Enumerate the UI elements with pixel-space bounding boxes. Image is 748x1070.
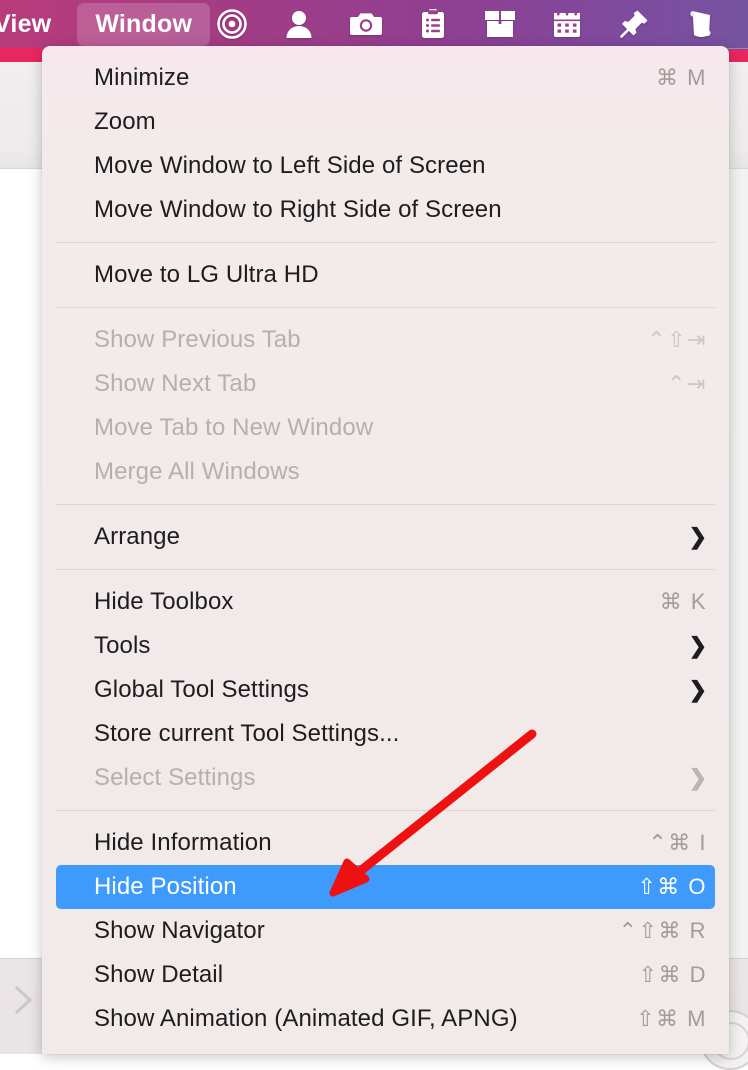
chevron-right-icon[interactable] xyxy=(8,978,38,1022)
menu-item-shortcut: ⇧⌘ M xyxy=(636,1006,707,1031)
menu-item-hide-position[interactable]: Hide Position ⇧⌘ O xyxy=(56,865,715,909)
menu-item-shortcut: ⇧⌘ D xyxy=(638,962,707,987)
camera-icon[interactable] xyxy=(344,0,388,48)
menu-item-shortcut: ⌃⌘ I xyxy=(648,830,707,855)
menu-item-move-window-to-right-side-of-screen[interactable]: Move Window to Right Side of Screen xyxy=(42,188,729,232)
menu-item-global-tool-settings[interactable]: Global Tool Settings ❯ xyxy=(42,668,729,712)
pushpin-icon[interactable] xyxy=(612,0,656,48)
menu-item-label: Show Detail xyxy=(94,961,224,988)
clipboard-icon[interactable] xyxy=(411,0,455,48)
menu-item-move-window-to-left-side-of-screen[interactable]: Move Window to Left Side of Screen xyxy=(42,144,729,188)
menu-separator xyxy=(56,810,715,811)
contact-person-icon[interactable] xyxy=(277,0,321,48)
menu-item-merge-all-windows: Merge All Windows xyxy=(42,450,729,494)
menu-item-move-tab-to-new-window: Move Tab to New Window xyxy=(42,406,729,450)
menu-item-arrange[interactable]: Arrange ❯ xyxy=(42,515,729,559)
menu-item-label: Hide Information xyxy=(94,829,272,856)
menu-item-label: Show Navigator xyxy=(94,917,265,944)
menu-item-shortcut: ⌘ M xyxy=(656,65,707,90)
menu-item-label: Global Tool Settings xyxy=(94,676,310,703)
menu-item-shortcut: ⌘ K xyxy=(659,589,707,614)
submenu-chevron-icon: ❯ xyxy=(688,765,707,790)
menu-item-label: Show Animation (Animated GIF, APNG) xyxy=(94,1005,518,1032)
window-menu-dropdown: Minimize ⌘ M Zoom Move Window to Left Side … xyxy=(42,46,729,1054)
menu-item-label: Move Window to Left Side of Screen xyxy=(94,152,486,179)
menu-item-store-current-tool-settings[interactable]: Store current Tool Settings... xyxy=(42,712,729,756)
menu-item-label: Tools xyxy=(94,632,151,659)
menu-item-shortcut: ⌃⇧⇥ xyxy=(647,327,707,352)
menu-item-label: Move Tab to New Window xyxy=(94,414,374,441)
menu-item-show-detail[interactable]: Show Detail ⇧⌘ D xyxy=(42,953,729,997)
menu-separator xyxy=(56,569,715,570)
menu-item-label: Store current Tool Settings... xyxy=(94,720,400,747)
menu-item-show-previous-tab: Show Previous Tab ⌃⇧⇥ xyxy=(42,318,729,362)
calendar-icon[interactable] xyxy=(545,0,589,48)
menu-item-label: Hide Toolbox xyxy=(94,588,234,615)
menu-item-label: Hide Position xyxy=(94,873,237,900)
target-icon[interactable] xyxy=(210,0,254,48)
menu-item-minimize[interactable]: Minimize ⌘ M xyxy=(42,56,729,100)
menu-item-label: Arrange xyxy=(94,523,181,550)
menu-item-show-animation-animated-gif-apng[interactable]: Show Animation (Animated GIF, APNG) ⇧⌘ M xyxy=(42,997,729,1041)
menu-item-move-to-lg-ultra-hd[interactable]: Move to LG Ultra HD xyxy=(42,253,729,297)
menu-separator xyxy=(56,504,715,505)
menu-item-shortcut: ⇧⌘ O xyxy=(637,874,707,899)
menu-item-shortcut: ⌃⇥ xyxy=(667,371,707,396)
menubar: View Window xyxy=(0,0,748,48)
menu-separator xyxy=(56,242,715,243)
menu-item-show-next-tab: Show Next Tab ⌃⇥ xyxy=(42,362,729,406)
menu-separator xyxy=(56,307,715,308)
submenu-chevron-icon: ❯ xyxy=(688,633,707,658)
menu-item-label: Select Settings xyxy=(94,764,256,791)
menu-item-label: Move to LG Ultra HD xyxy=(94,261,319,288)
menu-item-label: Move Window to Right Side of Screen xyxy=(94,196,502,223)
menubar-item-view[interactable]: View xyxy=(0,6,63,43)
menu-item-label: Show Previous Tab xyxy=(94,326,301,353)
menu-item-shortcut: ⌃⇧⌘ R xyxy=(618,918,707,943)
menu-item-zoom[interactable]: Zoom xyxy=(42,100,729,144)
menu-item-label: Show Next Tab xyxy=(94,370,257,397)
menu-item-tools[interactable]: Tools ❯ xyxy=(42,624,729,668)
menu-item-label: Merge All Windows xyxy=(94,458,300,485)
note-scroll-icon[interactable] xyxy=(679,0,723,48)
menu-item-show-navigator[interactable]: Show Navigator ⌃⇧⌘ R xyxy=(42,909,729,953)
submenu-chevron-icon: ❯ xyxy=(688,524,707,549)
box-package-icon[interactable] xyxy=(478,0,522,48)
submenu-chevron-icon: ❯ xyxy=(688,677,707,702)
menu-item-hide-information[interactable]: Hide Information ⌃⌘ I xyxy=(42,821,729,865)
menu-item-select-settings: Select Settings ❯ xyxy=(42,756,729,800)
menu-item-label: Zoom xyxy=(94,108,156,135)
menu-item-hide-toolbox[interactable]: Hide Toolbox ⌘ K xyxy=(42,580,729,624)
menu-item-label: Minimize xyxy=(94,64,190,91)
menubar-item-window[interactable]: Window xyxy=(77,2,211,46)
